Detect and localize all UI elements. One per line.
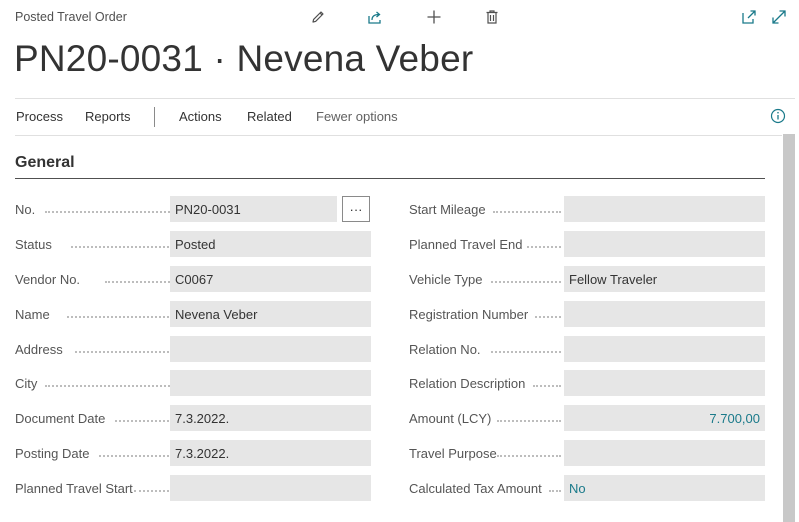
share-icon[interactable]: [365, 7, 385, 27]
related-menu[interactable]: Related: [247, 109, 292, 124]
planned-travel-end-field[interactable]: [564, 231, 765, 257]
label-leader: [67, 316, 173, 318]
field-row-city: City: [15, 370, 371, 396]
field-row-address: Address: [15, 336, 371, 362]
field-label: Registration Number: [409, 307, 529, 322]
field-row-posting-date: Posting Date 7.3.2022.: [15, 440, 371, 466]
label-leader: [134, 490, 173, 492]
field-label: Status: [15, 237, 52, 252]
field-row-relation-no: Relation No.: [409, 336, 765, 362]
registration-number-field[interactable]: [564, 301, 765, 327]
add-icon[interactable]: [424, 7, 444, 27]
field-label: Address: [15, 342, 63, 357]
label-leader: [75, 351, 173, 353]
field-row-amount-lcy: Amount (LCY) 7.700,00: [409, 405, 765, 431]
field-label: Relation No.: [409, 342, 481, 357]
label-leader: [45, 211, 173, 213]
field-row-registration-number: Registration Number: [409, 301, 765, 327]
field-row-vendor-no: Vendor No. C0067: [15, 266, 371, 292]
vendor-no-field[interactable]: C0067: [170, 266, 371, 292]
label-leader: [497, 455, 561, 457]
delete-icon[interactable]: [482, 7, 502, 27]
field-row-relation-description: Relation Description: [409, 370, 765, 396]
relation-no-field[interactable]: [564, 336, 765, 362]
field-label: Travel Purpose: [409, 446, 497, 461]
field-row-status: Status Posted: [15, 231, 371, 257]
field-row-start-mileage: Start Mileage: [409, 196, 765, 222]
amount-lcy-field[interactable]: 7.700,00: [564, 405, 765, 431]
label-leader: [99, 455, 173, 457]
field-label: Name: [15, 307, 50, 322]
label-leader: [493, 211, 561, 213]
field-row-document-date: Document Date 7.3.2022.: [15, 405, 371, 431]
field-row-name: Name Nevena Veber: [15, 301, 371, 327]
field-label: Relation Description: [409, 376, 526, 391]
field-row-calculated-tax-amount: Calculated Tax Amount No: [409, 475, 765, 501]
label-leader: [491, 351, 561, 353]
info-icon[interactable]: [769, 107, 787, 125]
city-field[interactable]: [170, 370, 371, 396]
planned-travel-start-field[interactable]: [170, 475, 371, 501]
label-leader: [71, 246, 173, 248]
address-field[interactable]: [170, 336, 371, 362]
label-leader: [535, 316, 561, 318]
start-mileage-field[interactable]: [564, 196, 765, 222]
field-label: Posting Date: [15, 446, 90, 461]
document-date-field[interactable]: 7.3.2022.: [170, 405, 371, 431]
status-field[interactable]: Posted: [170, 231, 371, 257]
travel-purpose-field[interactable]: [564, 440, 765, 466]
process-menu[interactable]: Process: [16, 109, 63, 124]
reports-menu[interactable]: Reports: [85, 109, 131, 124]
posting-date-field[interactable]: 7.3.2022.: [170, 440, 371, 466]
label-leader: [549, 490, 561, 492]
section-general-header[interactable]: General: [15, 154, 75, 172]
label-leader: [45, 385, 173, 387]
field-row-planned-travel-start: Planned Travel Start: [15, 475, 371, 501]
field-label: Amount (LCY): [409, 411, 492, 426]
field-label: Document Date: [15, 411, 106, 426]
assist-edit-button[interactable]: ···: [342, 196, 370, 222]
label-leader: [497, 420, 561, 422]
label-leader: [491, 281, 561, 283]
page-caption: Posted Travel Order: [15, 10, 127, 24]
fewer-options-button[interactable]: Fewer options: [316, 109, 398, 124]
no-field[interactable]: PN20-0031: [170, 196, 337, 222]
page-title: PN20-0031 · Nevena Veber: [14, 38, 474, 79]
field-row-no: No. PN20-0031 ···: [15, 196, 371, 222]
name-field[interactable]: Nevena Veber: [170, 301, 371, 327]
field-label: Planned Travel End: [409, 237, 523, 252]
label-leader: [533, 385, 561, 387]
scrollbar-thumb[interactable]: [783, 134, 795, 522]
field-label: City: [15, 376, 38, 391]
edit-icon[interactable]: [308, 7, 328, 27]
open-new-window-icon[interactable]: [739, 7, 759, 27]
action-bar: Process Reports Actions Related Fewer op…: [15, 98, 795, 136]
actions-menu[interactable]: Actions: [179, 109, 222, 124]
field-label: Calculated Tax Amount: [409, 481, 542, 496]
label-leader: [105, 281, 173, 283]
field-label: Vendor No.: [15, 272, 81, 287]
relation-description-field[interactable]: [564, 370, 765, 396]
section-divider: [15, 178, 765, 179]
field-label: No.: [15, 202, 36, 217]
label-leader: [115, 420, 173, 422]
vehicle-type-field[interactable]: Fellow Traveler: [564, 266, 765, 292]
field-row-travel-purpose: Travel Purpose: [409, 440, 765, 466]
field-label: Start Mileage: [409, 202, 486, 217]
field-label: Planned Travel Start: [15, 481, 133, 496]
field-row-planned-travel-end: Planned Travel End: [409, 231, 765, 257]
action-bar-divider: [154, 107, 155, 127]
expand-icon[interactable]: [769, 7, 789, 27]
calculated-tax-amount-field[interactable]: No: [564, 475, 765, 501]
field-label: Vehicle Type: [409, 272, 483, 287]
field-row-vehicle-type: Vehicle Type Fellow Traveler: [409, 266, 765, 292]
label-leader: [527, 246, 561, 248]
